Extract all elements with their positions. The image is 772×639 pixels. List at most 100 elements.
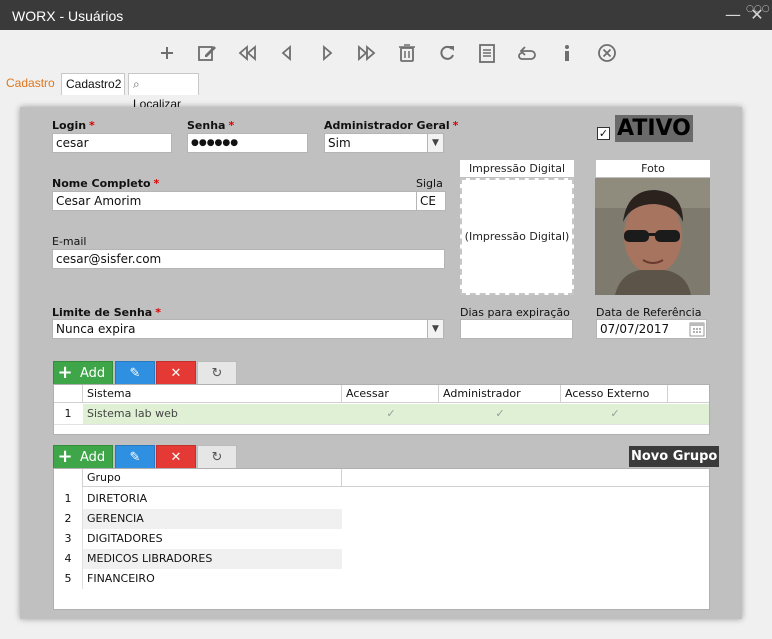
tab-cadastro[interactable]: Cadastro <box>2 73 58 95</box>
tab-bar: Cadastro Cadastro2 ⌕Localizar <box>0 73 772 111</box>
novo-grupo-button[interactable]: Novo Grupo <box>629 446 720 467</box>
chevron-down-icon[interactable]: ▼ <box>427 320 443 338</box>
senha-label-text: Senha <box>187 119 226 132</box>
column-header-sistema[interactable]: Sistema <box>83 385 342 403</box>
record-toolbar <box>0 30 772 74</box>
sistemas-refresh-button[interactable]: ↻ <box>197 361 237 385</box>
nome-completo-input[interactable]: Cesar Amorim <box>52 191 426 211</box>
row-number: 1 <box>64 492 72 505</box>
column-header-acessar[interactable]: Acessar <box>342 385 439 403</box>
email-label: E-mail <box>52 235 87 248</box>
sistemas-delete-button[interactable]: ✕ <box>156 361 196 385</box>
magnifier-icon: ⌕ <box>133 77 140 91</box>
table-row[interactable]: 2 GERENCIA <box>54 509 343 529</box>
column-header-filler <box>342 469 709 487</box>
ativo-checkbox[interactable]: ✓ <box>597 127 610 140</box>
ativo-label: ATIVO <box>615 115 693 142</box>
next-record-icon[interactable] <box>316 42 338 64</box>
admin-geral-select[interactable]: Sim ▼ <box>324 133 444 153</box>
sigla-input[interactable]: CE <box>416 191 446 211</box>
table-row[interactable]: 4 MEDICOS LIBRADORES <box>54 549 343 569</box>
column-header-filler <box>668 385 709 403</box>
grupos-delete-button[interactable]: ✕ <box>156 445 196 469</box>
close-window-button[interactable]: ✕ <box>746 4 768 26</box>
admin-geral-label-text: Administrador Geral <box>324 119 450 132</box>
limite-senha-label-text: Limite de Senha <box>52 306 153 319</box>
tab-cadastro2[interactable]: Cadastro2 <box>61 73 125 95</box>
limite-senha-label: Limite de Senha * <box>52 306 161 319</box>
previous-record-icon[interactable] <box>276 42 298 64</box>
delete-icon[interactable] <box>396 42 418 64</box>
row-divider <box>54 424 709 425</box>
nome-completo-label-text: Nome Completo <box>52 177 151 190</box>
row-number: 4 <box>64 552 72 565</box>
table-row[interactable]: 5 FINANCEIRO <box>54 569 343 589</box>
impressao-digital-caption: Impressão Digital <box>460 160 574 177</box>
impressao-digital-area[interactable]: (Impressão Digital) <box>460 178 574 295</box>
acesso-externo-check-icon[interactable]: ✓ <box>609 404 621 424</box>
sistemas-grid: Sistema Acessar Administrador Acesso Ext… <box>53 384 710 435</box>
row-number: 1 <box>64 407 72 420</box>
chevron-down-icon[interactable]: ▼ <box>427 134 443 152</box>
edit-icon[interactable] <box>196 42 218 64</box>
user-photo-image <box>595 178 710 295</box>
row-number: 2 <box>64 512 72 525</box>
cell-grupo: DIGITADORES <box>87 532 163 545</box>
grupos-grid: Grupo 1 DIRETORIA 2 GERENCIA 3 DIGITADOR… <box>53 468 710 610</box>
window-title: WORX - Usuários <box>12 8 124 24</box>
grupos-refresh-button[interactable]: ↻ <box>197 445 237 469</box>
admin-geral-label: Administrador Geral * <box>324 119 458 132</box>
table-row[interactable]: 1 Sistema lab web ✓ ✓ ✓ <box>54 404 709 424</box>
column-header-grupo[interactable]: Grupo <box>83 469 342 487</box>
report-icon[interactable] <box>476 42 498 64</box>
required-mark: * <box>452 119 459 132</box>
administrador-check-icon[interactable]: ✓ <box>494 404 506 424</box>
undo-icon[interactable] <box>516 42 538 64</box>
acessar-check-icon[interactable]: ✓ <box>385 404 397 424</box>
dias-expiracao-input[interactable] <box>460 319 573 339</box>
cell-grupo: DIRETORIA <box>87 492 148 505</box>
required-mark: * <box>153 177 160 190</box>
tab-localizar[interactable]: ⌕Localizar <box>128 73 199 111</box>
user-photo[interactable] <box>595 178 710 295</box>
cell-grupo: MEDICOS LIBRADORES <box>87 552 213 565</box>
plus-icon: + <box>57 446 73 467</box>
info-icon[interactable] <box>556 42 578 64</box>
column-header-administrador[interactable]: Administrador <box>439 385 561 403</box>
table-row[interactable]: 3 DIGITADORES <box>54 529 343 549</box>
user-form-panel: Login * cesar Senha * ●●●●●● Administrador… <box>20 107 742 619</box>
add-icon[interactable] <box>156 42 178 64</box>
grupos-edit-button[interactable]: ✎ <box>115 445 155 469</box>
foto-caption: Foto <box>596 160 710 177</box>
first-record-icon[interactable] <box>236 42 258 64</box>
sistemas-add-button[interactable]: + Add <box>53 361 113 385</box>
cell-grupo: FINANCEIRO <box>87 572 155 585</box>
email-input[interactable]: cesar@sisfer.com <box>52 249 445 269</box>
limite-senha-value: Nunca expira <box>56 322 136 336</box>
app-window: WORX - Usuários · ○○○ — ✕ <box>0 0 772 639</box>
limite-senha-select[interactable]: Nunca expira ▼ <box>52 319 444 339</box>
last-record-icon[interactable] <box>356 42 378 64</box>
data-referencia-value: 07/07/2017 <box>600 322 670 336</box>
login-input[interactable]: cesar <box>52 133 172 153</box>
table-row[interactable]: 1 DIRETORIA <box>54 489 343 509</box>
row-number-header <box>54 385 83 403</box>
minimize-button[interactable]: — <box>722 4 744 26</box>
login-label-text: Login <box>52 119 87 132</box>
grupos-add-button[interactable]: + Add <box>53 445 113 469</box>
add-label: Add <box>80 366 106 381</box>
title-bar: WORX - Usuários · ○○○ — ✕ <box>0 0 772 30</box>
login-label: Login * <box>52 119 95 132</box>
grupos-grid-toolbar: + Add ✎ ✕ ↻ <box>53 445 265 469</box>
sistemas-edit-button[interactable]: ✎ <box>115 361 155 385</box>
senha-input[interactable]: ●●●●●● <box>187 133 308 153</box>
nome-completo-label: Nome Completo * <box>52 177 159 190</box>
column-header-acesso-externo[interactable]: Acesso Externo <box>561 385 668 403</box>
senha-label: Senha * <box>187 119 234 132</box>
calendar-icon[interactable] <box>689 321 705 337</box>
sistemas-grid-toolbar: + Add ✎ ✕ ↻ <box>53 361 265 385</box>
dias-expiracao-label: Dias para expiração <box>460 306 570 319</box>
cell-grupo: GERENCIA <box>87 512 144 525</box>
close-circle-icon[interactable] <box>596 42 618 64</box>
refresh-icon[interactable] <box>436 42 458 64</box>
